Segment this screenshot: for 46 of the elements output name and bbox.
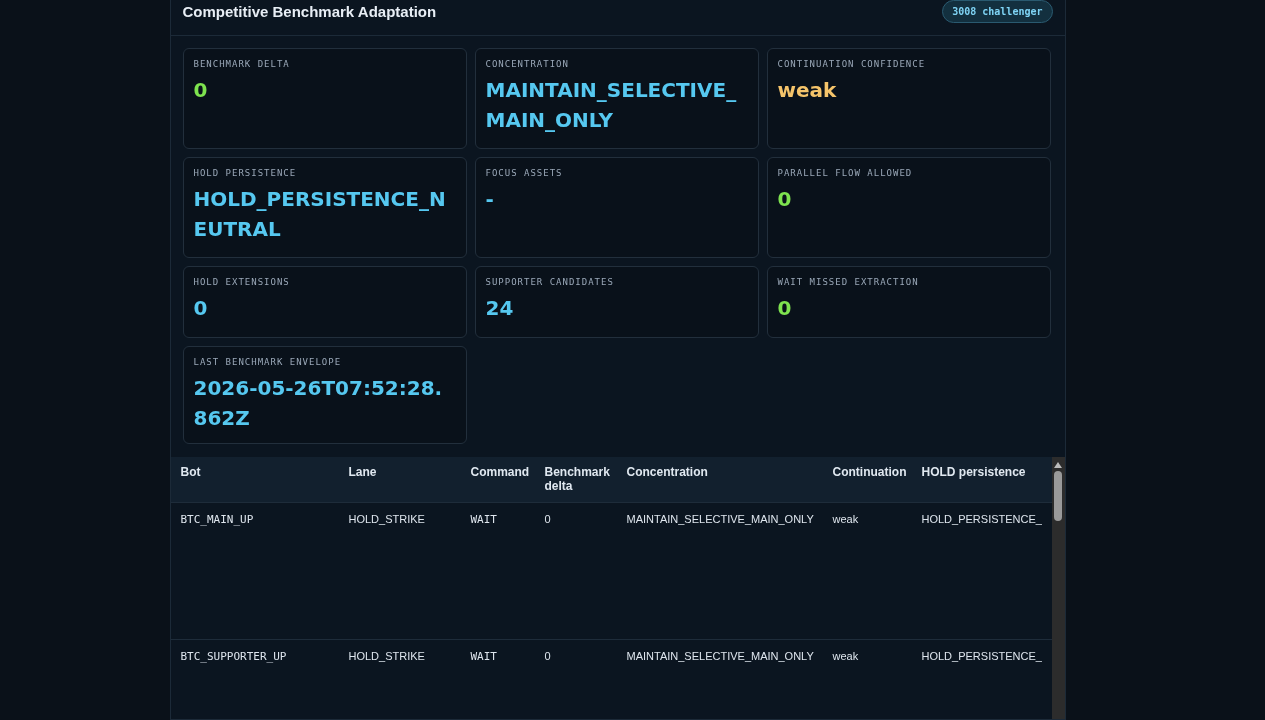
metric-label: WAIT MISSED EXTRACTION	[777, 277, 920, 287]
challenger-badge: 3008 challenger	[942, 0, 1053, 23]
metric-label: CONCENTRATION	[485, 59, 570, 69]
table-cell-text: weak	[832, 650, 860, 662]
metric-value: 0	[193, 295, 209, 322]
metric-value: -	[485, 186, 495, 213]
column-header: Lane	[348, 465, 378, 479]
metric-label: CONTINUATION CONFIDENCE	[777, 59, 927, 69]
table-cell-text: BTC_MAIN_UP	[180, 513, 255, 526]
table-cell-text: 0	[544, 650, 552, 662]
scroll-thumb[interactable]	[1054, 471, 1062, 521]
table-cell-text: WAIT	[470, 650, 498, 663]
table-cell-text: MAINTAIN_SELECTIVE_MAIN_ONLY	[626, 650, 815, 662]
table-cell-text: weak	[832, 513, 860, 525]
metric-label: PARALLEL FLOW ALLOWED	[777, 168, 914, 178]
table-cell-text: HOLD_STRIKE	[348, 513, 426, 525]
table-cell-text: 0	[544, 513, 552, 525]
metric-value: 0	[193, 77, 209, 104]
metric-label: LAST BENCHMARK ENVELOPE	[193, 357, 343, 367]
table-cell-text: MAINTAIN_SELECTIVE_MAIN_ONLY	[626, 513, 815, 525]
metric-label: BENCHMARK DELTA	[193, 59, 291, 69]
metric-value: weak	[777, 77, 838, 104]
metric-value: 24	[485, 295, 515, 322]
table-cell-text: WAIT	[470, 513, 498, 526]
table-cell-text: BTC_SUPPORTER_UP	[180, 650, 288, 663]
column-header: Bot	[180, 465, 202, 479]
metric-value: MAINTAIN_SELECTIVE_MAIN_ONLY	[485, 77, 738, 134]
metric-label: FOCUS ASSETS	[485, 168, 564, 178]
panel-title: Competitive Benchmark Adaptation	[182, 3, 437, 20]
column-header: Benchmark delta	[544, 465, 611, 493]
table-cell-text: HOLD_PERSISTENCE_	[921, 650, 1043, 662]
column-header: Command	[470, 465, 531, 479]
metric-value: 2026-05-26T07:52:28.862Z	[193, 375, 444, 432]
table-cell-text: HOLD_STRIKE	[348, 650, 426, 662]
scrollbar[interactable]	[1051, 457, 1065, 719]
scroll-up-icon[interactable]	[1053, 461, 1063, 469]
column-header: HOLD persistence	[921, 465, 1027, 479]
metric-label: SUPPORTER CANDIDATES	[485, 277, 615, 287]
metric-label: HOLD EXTENSIONS	[193, 277, 291, 287]
metric-value: 0	[777, 295, 793, 322]
table-cell-text: HOLD_PERSISTENCE_	[921, 513, 1043, 525]
metric-value: 0	[777, 186, 793, 213]
column-header: Concentration	[626, 465, 709, 479]
column-header: Continuation	[832, 465, 908, 479]
metric-label: HOLD PERSISTENCE	[193, 168, 298, 178]
metric-value: HOLD_PERSISTENCE_NEUTRAL	[193, 186, 447, 243]
